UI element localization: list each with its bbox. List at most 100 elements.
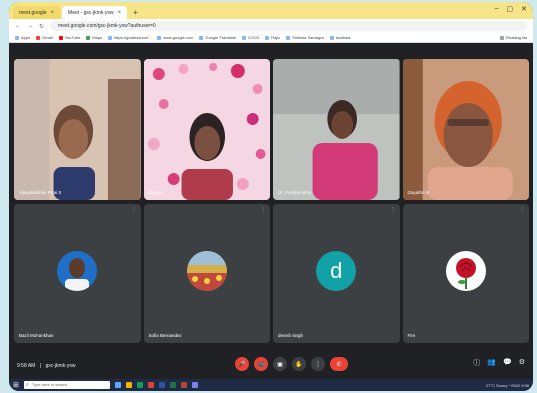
edge-icon[interactable] bbox=[136, 382, 143, 388]
tile-more-icon[interactable]: ⋮ bbox=[520, 207, 525, 213]
participant-video bbox=[402, 59, 529, 200]
bookmark-item[interactable]: Aadhaar bbox=[329, 35, 351, 40]
participant-name: devish singh bbox=[278, 333, 304, 338]
raise-hand-icon[interactable]: ✋ bbox=[292, 357, 306, 371]
chat-icon[interactable]: 💬 bbox=[503, 358, 512, 368]
maximize-icon[interactable]: ▢ bbox=[507, 5, 514, 13]
participant-name: Bazil Mohankhan bbox=[19, 333, 54, 338]
close-tab-icon[interactable]: × bbox=[51, 10, 55, 16]
task-view-icon[interactable] bbox=[114, 382, 121, 388]
participant-name: Gayathri N bbox=[407, 190, 430, 195]
google-icon bbox=[157, 35, 162, 40]
meeting-code: gsc-jkmk-ysw bbox=[45, 363, 76, 369]
bookmark-item[interactable]: Shiksha Samagra bbox=[286, 35, 324, 40]
reading-list-label: Reading list bbox=[506, 35, 527, 40]
reading-list[interactable]: Reading list bbox=[500, 35, 527, 40]
bookmark-label: Apps bbox=[21, 35, 31, 40]
participant-tile[interactable]: d ⋮ devish singh bbox=[273, 204, 400, 343]
excel-icon[interactable] bbox=[169, 382, 176, 388]
bookmark-label: www.google.com bbox=[163, 35, 194, 40]
meeting-info: 9:58 AM | gsc-jkmk-ysw bbox=[17, 363, 75, 369]
close-tab-icon[interactable]: × bbox=[118, 10, 122, 16]
link-icon bbox=[241, 35, 246, 40]
screen-frame: meet.google × Meet - gsc-jkmk-ysw × + – … bbox=[9, 2, 533, 391]
powerpoint-icon[interactable] bbox=[180, 382, 187, 388]
bookmark-item[interactable]: Maps bbox=[86, 35, 102, 40]
participant-tile[interactable]: ⋮ Bazil Mohankhan bbox=[14, 204, 141, 343]
rose-icon bbox=[445, 250, 486, 291]
end-call-icon[interactable]: ✆ bbox=[330, 357, 348, 371]
mic-toggle-icon[interactable]: 🎤 bbox=[235, 357, 249, 371]
bookmark-item[interactable]: Google Translate bbox=[199, 35, 236, 40]
tile-more-icon[interactable]: ⋮ bbox=[391, 62, 396, 68]
participant-tile[interactable]: ⋮ Dr. Pushpa Mary bbox=[273, 59, 400, 200]
call-controls: 🎤 📹 ▣ ✋ ⋮ ✆ bbox=[235, 357, 348, 371]
bookmark-item[interactable]: Gmail bbox=[36, 35, 53, 40]
bookmark-label: CVCD bbox=[247, 35, 260, 40]
tile-more-icon[interactable]: ⋮ bbox=[261, 207, 266, 213]
bookmark-item[interactable]: Apps bbox=[15, 35, 30, 40]
meeting-details-icon[interactable]: ⓘ bbox=[473, 358, 480, 368]
meeting-time: 9:58 AM bbox=[17, 363, 36, 369]
participant-video bbox=[14, 59, 141, 200]
browser-tab[interactable]: meet.google × bbox=[13, 6, 61, 19]
taskbar-search-input[interactable]: Type here to search bbox=[23, 381, 110, 389]
link-icon bbox=[265, 35, 270, 40]
bookmark-label: Gmail bbox=[42, 35, 53, 40]
tile-more-icon[interactable]: ⋮ bbox=[132, 62, 137, 68]
avatar bbox=[186, 250, 227, 291]
meeting-info-separator: | bbox=[39, 363, 42, 369]
more-options-icon[interactable]: ⋮ bbox=[311, 357, 325, 371]
people-icon[interactable]: 👥 bbox=[487, 358, 496, 368]
minimize-icon[interactable]: – bbox=[495, 5, 499, 13]
participant-tile[interactable]: ⋮ Fire bbox=[402, 204, 529, 343]
bookmark-label: Google Translate bbox=[205, 35, 236, 40]
avatar bbox=[57, 250, 98, 291]
app-icon[interactable] bbox=[191, 382, 198, 388]
window-controls: – ▢ ✕ bbox=[495, 5, 527, 13]
bookmark-item[interactable]: www.google.com bbox=[157, 35, 193, 40]
camera-toggle-icon[interactable]: 📹 bbox=[254, 357, 268, 371]
bookmark-label: Rajiv bbox=[271, 35, 281, 40]
participant-name: Dr. Pushpa Mary bbox=[278, 190, 312, 195]
url-input[interactable]: meet.google.com/gsc-jkmk-ysw?authuser=0 bbox=[50, 21, 527, 31]
participant-video bbox=[273, 59, 400, 200]
activities-icon[interactable]: ⚙ bbox=[519, 358, 525, 368]
chrome-icon[interactable] bbox=[147, 382, 154, 388]
start-icon[interactable]: ⊞ bbox=[13, 381, 19, 389]
participant-tile[interactable]: ⋮ Gayathri N bbox=[402, 59, 529, 200]
tab-label: Meet - gsc-jkmk-ysw bbox=[68, 9, 114, 16]
reading-list-icon bbox=[500, 35, 505, 40]
youtube-icon bbox=[58, 35, 63, 40]
participant-tile[interactable]: ⋮ Vijayalakshmi Pillai S bbox=[14, 59, 141, 200]
present-screen-icon[interactable]: ▣ bbox=[273, 357, 287, 371]
bookmark-item[interactable]: https://gradeschool... bbox=[108, 35, 151, 40]
bookmark-label: Maps bbox=[92, 35, 103, 40]
new-tab-button[interactable]: + bbox=[129, 6, 142, 19]
bookmark-item[interactable]: YouTube bbox=[58, 35, 80, 40]
maps-icon bbox=[86, 35, 91, 40]
tile-more-icon[interactable]: ⋮ bbox=[261, 62, 266, 68]
bookmarks-bar: Apps Gmail YouTube Maps https://gradesch… bbox=[9, 33, 533, 43]
participant-name: Vijayalakshmi Pillai S bbox=[19, 190, 62, 195]
bookmark-item[interactable]: CVCD bbox=[241, 35, 260, 40]
tile-more-icon[interactable]: ⋮ bbox=[391, 207, 396, 213]
tile-more-icon[interactable]: ⋮ bbox=[132, 207, 137, 213]
close-window-icon[interactable]: ✕ bbox=[521, 5, 527, 13]
bookmark-item[interactable]: Rajiv bbox=[265, 35, 280, 40]
profile-photo bbox=[57, 250, 98, 291]
back-icon[interactable]: ← bbox=[15, 23, 21, 29]
reload-icon[interactable]: ↻ bbox=[39, 23, 44, 30]
bookmark-label: https://gradeschool... bbox=[114, 35, 152, 40]
forward-icon[interactable]: → bbox=[27, 23, 33, 29]
word-icon[interactable] bbox=[158, 382, 165, 388]
system-tray: 27°C Sunny ^ ENG 9:58 bbox=[486, 383, 529, 388]
address-bar-row: ← → ↻ meet.google.com/gsc-jkmk-ysw?authu… bbox=[9, 19, 533, 33]
participant-tile[interactable]: ⋮ Sofia Bernandez bbox=[143, 204, 270, 343]
participant-tile[interactable]: ⋮ Mayuri bbox=[143, 59, 270, 200]
bookmark-label: Aadhaar bbox=[335, 35, 351, 40]
tile-more-icon[interactable]: ⋮ bbox=[520, 62, 525, 68]
file-explorer-icon[interactable] bbox=[125, 382, 132, 388]
participant-name: Fire bbox=[407, 333, 416, 338]
browser-tab-active[interactable]: Meet - gsc-jkmk-ysw × bbox=[62, 6, 128, 19]
